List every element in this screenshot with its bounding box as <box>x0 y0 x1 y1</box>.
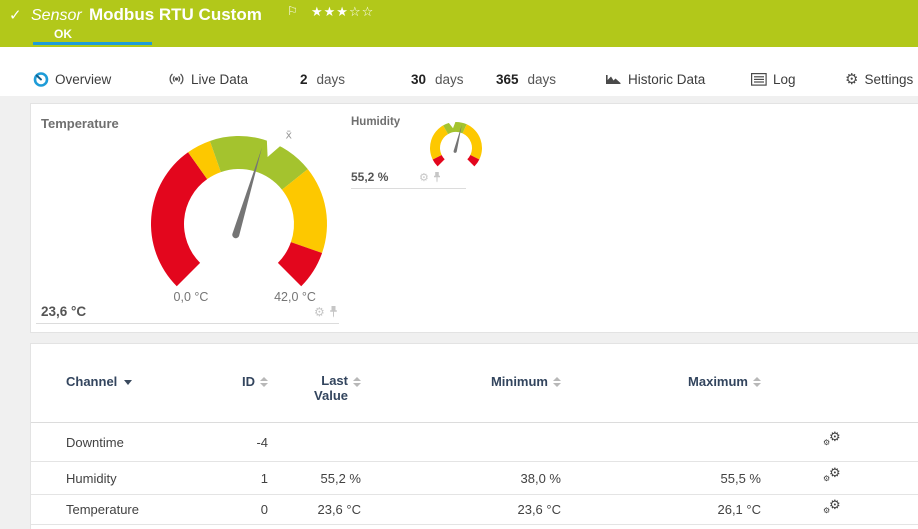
tab-log[interactable]: Log <box>751 69 796 89</box>
sort-icon <box>753 377 761 387</box>
gear-icon[interactable]: ⚙ <box>314 306 325 318</box>
channel-settings-icon[interactable]: ⚙ ⚙ <box>823 430 843 450</box>
cell-minimum: 38,0 % <box>520 470 561 486</box>
cell-channel: Temperature <box>66 502 139 517</box>
gear-icon: ⚙ <box>829 466 841 481</box>
channel-table-panel: Channel ID Last Value Minimum Maximum Do… <box>30 343 918 529</box>
tab-label: Overview <box>55 71 112 87</box>
tab-label: days <box>527 71 557 87</box>
humidity-current-value: 55,2 % <box>351 170 389 184</box>
column-header-id[interactable]: ID <box>196 374 268 389</box>
priority-flag-icon[interactable]: ⚐ <box>287 4 298 18</box>
humidity-gauge[interactable] <box>426 118 488 170</box>
divider <box>36 323 339 324</box>
gear-icon[interactable]: ⚙ <box>419 172 429 183</box>
temperature-scale-min: 0,0 °C <box>173 290 209 304</box>
tab-2-days[interactable]: 2 days <box>300 69 345 89</box>
active-tab-indicator <box>33 42 152 45</box>
gear-icon: ⚙ <box>823 438 831 447</box>
column-header-minimum[interactable]: Minimum <box>361 374 561 389</box>
cell-last-value: 55,2 % <box>320 470 361 486</box>
temperature-current-value: 23,6 °C <box>41 304 87 319</box>
tab-label: days <box>435 71 464 87</box>
sort-icon <box>260 377 268 387</box>
table-row[interactable]: Temperature 0 23,6 °C 23,6 °C 26,1 °C ⚙ ⚙ <box>31 495 918 525</box>
object-type-label: Sensor <box>31 7 82 24</box>
gauge-dial-icon <box>33 72 49 87</box>
tab-365-days[interactable]: 365 days <box>496 69 556 89</box>
cell-channel: Downtime <box>66 434 124 450</box>
cell-maximum: 26,1 °C <box>717 502 761 517</box>
channel-table-header: Channel ID Last Value Minimum Maximum <box>31 373 918 423</box>
tab-30-days[interactable]: 30 days <box>411 69 464 89</box>
column-header-last-value[interactable]: Last Value <box>268 373 361 404</box>
gear-icon: ⚙ <box>845 69 859 88</box>
column-header-maximum[interactable]: Maximum <box>561 374 761 389</box>
sensor-title: Modbus RTU Custom <box>89 5 262 24</box>
cell-channel: Humidity <box>66 470 117 486</box>
log-list-icon <box>751 72 767 86</box>
gauge-segment <box>430 125 449 160</box>
table-row[interactable]: Humidity 1 55,2 % 38,0 % 55,5 % ⚙ ⚙ <box>31 462 918 495</box>
gauges-panel: Temperature x̄ 0,0 °C 42,0 °C 23,6 °C ⚙ … <box>30 103 918 333</box>
table-row[interactable]: Downtime -4 ⚙ ⚙ <box>31 423 918 462</box>
status-badge: OK <box>54 27 72 41</box>
tab-label: Log <box>773 71 796 87</box>
pin-icon[interactable] <box>433 172 441 183</box>
column-header-channel[interactable]: Channel <box>66 374 196 389</box>
sort-icon <box>353 377 361 387</box>
tab-label: Historic Data <box>628 71 706 87</box>
tab-number: 2 <box>300 71 308 87</box>
temperature-gauge-title: Temperature <box>41 116 119 131</box>
cell-minimum: 23,6 °C <box>517 502 561 517</box>
gear-icon: ⚙ <box>823 505 831 515</box>
cell-id: -4 <box>256 434 268 450</box>
channel-settings-icon[interactable]: ⚙ ⚙ <box>823 466 843 486</box>
cell-id: 1 <box>260 470 268 486</box>
priority-stars[interactable]: ★★★☆☆ <box>311 5 374 20</box>
temperature-scale-max: 42,0 °C <box>274 290 316 304</box>
tab-live-data[interactable]: Live Data <box>168 69 248 89</box>
pin-icon[interactable] <box>329 306 338 318</box>
gauge-segment <box>150 152 208 287</box>
cell-last-value: 23,6 °C <box>317 502 361 517</box>
cell-id: 0 <box>260 502 268 517</box>
gear-icon: ⚙ <box>829 430 841 445</box>
tab-settings[interactable]: ⚙ Settings <box>845 69 913 89</box>
tab-label: Settings <box>864 71 914 87</box>
tab-bar: Overview Live Data 2 days 30 days 365 days Histo… <box>0 47 918 96</box>
tab-number: 365 <box>496 71 519 87</box>
sort-icon <box>553 377 561 387</box>
channel-settings-icon[interactable]: ⚙ ⚙ <box>823 497 843 518</box>
status-check-icon: ✓ <box>9 6 22 24</box>
tab-label: Live Data <box>191 71 249 87</box>
area-chart-icon <box>606 75 621 84</box>
temperature-gauge[interactable]: x̄ <box>131 116 349 316</box>
divider <box>351 188 466 189</box>
cell-maximum: 55,5 % <box>720 470 761 486</box>
average-marker-label: x̄ <box>285 128 292 141</box>
tab-overview[interactable]: Overview <box>33 69 111 89</box>
humidity-gauge-title: Humidity <box>351 116 401 128</box>
tab-historic-data[interactable]: Historic Data <box>605 69 705 89</box>
broadcast-icon <box>169 73 184 85</box>
gear-icon: ⚙ <box>823 474 831 483</box>
gauge-segment <box>462 124 483 160</box>
tab-label: days <box>316 71 346 87</box>
sort-caret-icon <box>124 380 133 385</box>
sensor-status-banner: ✓ Sensor Modbus RTU Custom ⚐ ★★★☆☆ OK <box>0 0 918 47</box>
gear-icon: ⚙ <box>829 497 841 513</box>
tab-number: 30 <box>411 71 427 87</box>
